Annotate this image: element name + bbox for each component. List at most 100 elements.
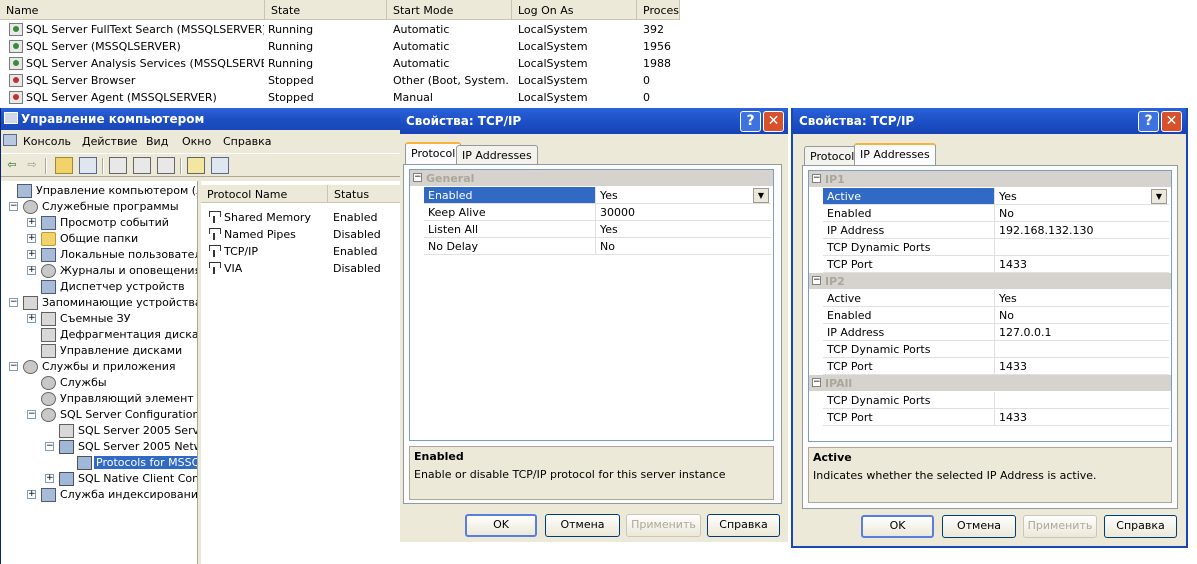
property-row[interactable]: Active Yes bbox=[823, 290, 1169, 307]
property-row[interactable]: TCP Dynamic Ports bbox=[823, 341, 1169, 358]
service-row[interactable]: SQL Server Agent (MSSQLSERVER) Stopped Man… bbox=[0, 89, 680, 106]
tree-item[interactable]: Управляющий элемент WM bbox=[1, 391, 197, 407]
col-start-mode[interactable]: Start Mode bbox=[387, 0, 512, 20]
tab-ip-addresses[interactable]: IP Addresses bbox=[854, 143, 936, 165]
property-row[interactable]: Keep Alive 30000 bbox=[424, 204, 771, 221]
dropdown-arrow-icon[interactable]: ▼ bbox=[753, 188, 769, 203]
protocol-row[interactable]: TCP/IP Enabled bbox=[201, 243, 401, 260]
dropdown-arrow-icon[interactable]: ▼ bbox=[1151, 189, 1167, 204]
expand-icon[interactable]: + bbox=[27, 266, 36, 275]
col-log-on-as[interactable]: Log On As bbox=[512, 0, 637, 20]
collapse-icon[interactable]: − bbox=[9, 298, 18, 307]
col-protocol-name[interactable]: Protocol Name bbox=[201, 185, 328, 203]
tree-item[interactable]: SQL Server 2005 Service bbox=[1, 423, 197, 439]
service-row[interactable]: SQL Server (MSSQLSERVER) Running Automatic… bbox=[0, 38, 680, 55]
ok-button[interactable]: OK bbox=[861, 515, 934, 538]
collapse-icon[interactable]: − bbox=[812, 174, 821, 183]
close-icon[interactable]: ✕ bbox=[1161, 111, 1182, 132]
property-row[interactable]: TCP Dynamic Ports bbox=[823, 392, 1169, 409]
tree-item[interactable]: − SQL Server Configuration M bbox=[1, 407, 197, 423]
show-hide-tree-icon[interactable] bbox=[79, 157, 97, 174]
col-status[interactable]: Status bbox=[328, 185, 401, 203]
col-state[interactable]: State bbox=[265, 0, 387, 20]
tree-item[interactable]: Protocols for MSSQL bbox=[1, 455, 197, 471]
property-row[interactable]: TCP Dynamic Ports bbox=[823, 239, 1169, 256]
menu-window[interactable]: Окно bbox=[182, 135, 211, 148]
protocol-row[interactable]: Shared Memory Enabled bbox=[201, 209, 401, 226]
cm-title-bar[interactable]: Управление компьютером bbox=[1, 108, 401, 130]
back-arrow-icon[interactable]: ⇦ bbox=[3, 157, 21, 174]
property-row[interactable]: No Delay No bbox=[424, 238, 771, 255]
collapse-icon[interactable]: − bbox=[27, 410, 36, 419]
help-icon[interactable]: ? bbox=[1138, 111, 1159, 132]
cancel-button[interactable]: Отмена bbox=[545, 514, 620, 537]
mmc-icon[interactable] bbox=[211, 157, 229, 174]
menu-console[interactable]: Консоль bbox=[23, 135, 71, 148]
expand-icon[interactable]: + bbox=[27, 250, 36, 259]
service-row[interactable]: SQL Server Browser Stopped Other (Boot, Sy… bbox=[0, 72, 680, 89]
collapse-icon[interactable]: − bbox=[812, 276, 821, 285]
property-row[interactable]: Enabled No bbox=[823, 307, 1169, 324]
tree-item[interactable]: + Журналы и оповещения пр bbox=[1, 263, 197, 279]
service-row[interactable]: SQL Server Analysis Services (MSSQLSERVE… bbox=[0, 55, 680, 72]
property-row[interactable]: Active Yes ▼ bbox=[823, 188, 1169, 205]
menu-action[interactable]: Действие bbox=[82, 135, 137, 148]
collapse-icon[interactable]: − bbox=[9, 362, 18, 371]
tab-protocol[interactable]: Protocol bbox=[804, 146, 861, 166]
property-row[interactable]: IP Address 192.168.132.130 bbox=[823, 222, 1169, 239]
dialog-title-bar[interactable]: Свойства: TCP/IP ? ✕ bbox=[793, 108, 1186, 134]
collapse-icon[interactable]: − bbox=[45, 442, 54, 451]
expand-icon[interactable]: + bbox=[27, 218, 36, 227]
tree-item[interactable]: Дефрагментация диска bbox=[1, 327, 197, 343]
service-row[interactable]: SQL Server FullText Search (MSSQLSERVER)… bbox=[0, 21, 680, 38]
tree-item[interactable]: − Службы и приложения bbox=[1, 359, 197, 375]
property-row[interactable]: TCP Port 1433 bbox=[823, 409, 1169, 426]
ok-button[interactable]: OK bbox=[465, 514, 537, 537]
apply-button[interactable]: Применить bbox=[626, 514, 701, 537]
property-row[interactable]: IP Address 127.0.0.1 bbox=[823, 324, 1169, 341]
dialog-title-bar[interactable]: Свойства: TCP/IP ? ✕ bbox=[400, 108, 788, 134]
collapse-icon[interactable]: − bbox=[9, 202, 18, 211]
menu-view[interactable]: Вид bbox=[146, 135, 168, 148]
help-icon[interactable] bbox=[187, 157, 205, 174]
tree-item[interactable]: − SQL Server 2005 Netwo bbox=[1, 439, 197, 455]
tree-item[interactable]: Управление компьютером (локаль bbox=[1, 183, 197, 199]
menu-help[interactable]: Справка bbox=[223, 135, 271, 148]
tab-protocol[interactable]: Protocol bbox=[405, 142, 462, 164]
expand-icon[interactable]: + bbox=[45, 474, 54, 483]
tree-item[interactable]: − Служебные программы bbox=[1, 199, 197, 215]
col-process[interactable]: Proces bbox=[637, 0, 680, 20]
tree-item[interactable]: Диспетчер устройств bbox=[1, 279, 197, 295]
up-folder-icon[interactable] bbox=[55, 157, 73, 174]
col-name[interactable]: Name bbox=[0, 0, 265, 20]
refresh-icon[interactable] bbox=[133, 157, 151, 174]
help-icon[interactable]: ? bbox=[740, 111, 761, 132]
console-icon[interactable] bbox=[3, 134, 17, 146]
close-icon[interactable]: ✕ bbox=[763, 111, 784, 132]
apply-button[interactable]: Применить bbox=[1023, 515, 1097, 538]
help-button[interactable]: Справка bbox=[1104, 515, 1177, 538]
property-row[interactable]: TCP Port 1433 bbox=[823, 256, 1169, 273]
expand-icon[interactable]: + bbox=[27, 314, 36, 323]
tree-item[interactable]: Службы bbox=[1, 375, 197, 391]
tree-item[interactable]: + Локальные пользователи bbox=[1, 247, 197, 263]
tab-ip-addresses[interactable]: IP Addresses bbox=[456, 145, 538, 165]
tree-item[interactable]: + Просмотр событий bbox=[1, 215, 197, 231]
help-button[interactable]: Справка bbox=[707, 514, 780, 537]
property-row[interactable]: TCP Port 1433 bbox=[823, 358, 1169, 375]
collapse-icon[interactable]: − bbox=[812, 378, 821, 387]
property-row[interactable]: Listen All Yes bbox=[424, 221, 771, 238]
tree-item[interactable]: − Запоминающие устройства bbox=[1, 295, 197, 311]
property-row[interactable]: Enabled Yes ▼ bbox=[424, 187, 771, 204]
export-list-icon[interactable] bbox=[157, 157, 175, 174]
protocol-row[interactable]: Named Pipes Disabled bbox=[201, 226, 401, 243]
cancel-button[interactable]: Отмена bbox=[942, 515, 1016, 538]
tree-item[interactable]: Управление дисками bbox=[1, 343, 197, 359]
properties-icon[interactable] bbox=[109, 157, 127, 174]
tree-item[interactable]: + Служба индексирования bbox=[1, 487, 197, 503]
forward-arrow-icon[interactable]: ⇨ bbox=[23, 157, 41, 174]
property-row[interactable]: Enabled No bbox=[823, 205, 1169, 222]
collapse-icon[interactable]: − bbox=[413, 173, 422, 182]
tree-item[interactable]: + SQL Native Client Confic bbox=[1, 471, 197, 487]
expand-icon[interactable]: + bbox=[27, 234, 36, 243]
